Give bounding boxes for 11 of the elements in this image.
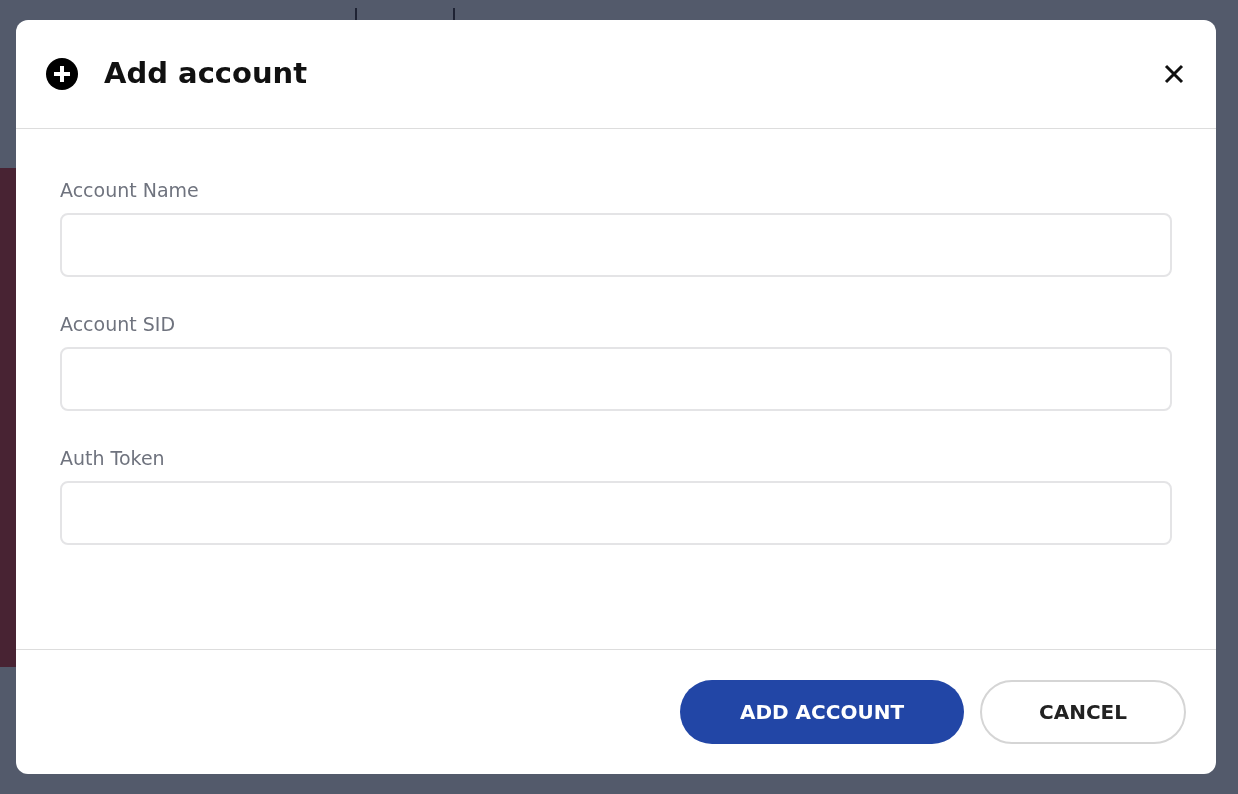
plus-circle-icon bbox=[46, 58, 78, 90]
input-field[interactable] bbox=[60, 347, 1172, 411]
dialog-title: Add account bbox=[104, 56, 309, 90]
cancel-button[interactable]: CANCEL bbox=[980, 680, 1186, 744]
field-label: Account SID bbox=[60, 313, 177, 335]
input-field[interactable] bbox=[60, 213, 1172, 277]
field-label: Account Name bbox=[60, 179, 200, 201]
input-field[interactable] bbox=[60, 481, 1172, 545]
close-icon[interactable] bbox=[1164, 64, 1184, 84]
add-account-button[interactable]: ADD ACCOUNT bbox=[680, 680, 964, 744]
field-label: Auth Token bbox=[60, 447, 166, 469]
